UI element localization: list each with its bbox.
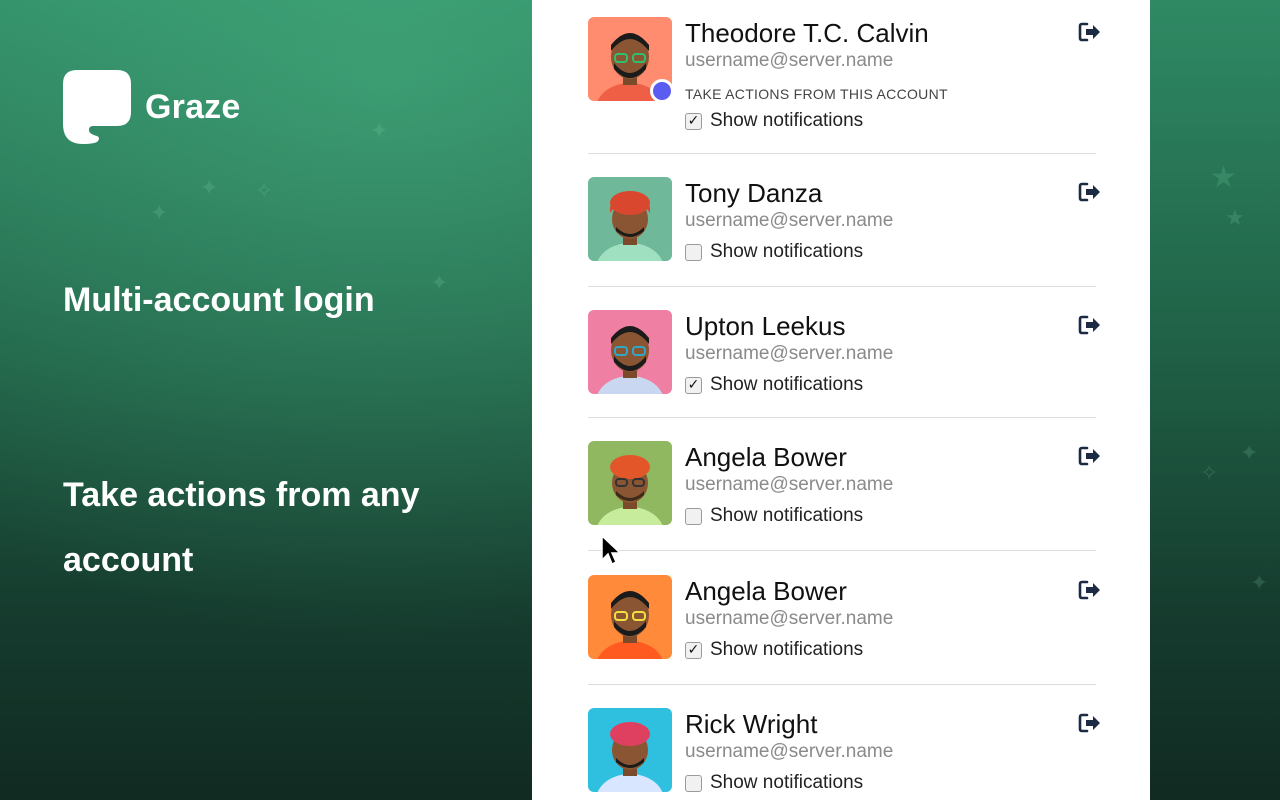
account-list-panel: Theodore T.C. Calvin username@server.nam… (532, 0, 1150, 800)
row-divider (588, 286, 1096, 287)
account-handle: username@server.name (685, 50, 894, 71)
sparkle-icon: ★ (1210, 161, 1237, 194)
account-row: Angela Bower username@server.name Show n… (588, 441, 1100, 551)
account-name: Tony Danza (685, 178, 823, 208)
show-notifications-label: Show notifications (710, 241, 864, 262)
account-handle: username@server.name (685, 343, 894, 364)
account-name: Angela Bower (685, 442, 847, 472)
show-notifications-toggle[interactable]: ✓ Show notifications (685, 639, 863, 661)
show-notifications-toggle[interactable]: Show notifications (685, 505, 863, 527)
row-divider (588, 417, 1096, 418)
notifications-checkbox[interactable]: ✓ (685, 641, 702, 659)
promo-headline: Multi-account login (63, 281, 375, 319)
sparkle-icon: ✧ (1200, 460, 1219, 485)
logout-icon[interactable] (1078, 712, 1102, 734)
promo-subheadline: Take actions from any account (63, 476, 420, 579)
notifications-checkbox[interactable]: ✓ (685, 112, 702, 130)
logout-icon[interactable] (1078, 314, 1102, 336)
active-account-label: TAKE ACTIONS FROM THIS ACCOUNT (685, 86, 948, 102)
show-notifications-label: Show notifications (710, 110, 864, 131)
sparkle-icon: ✦ (150, 200, 169, 225)
notifications-checkbox[interactable] (685, 243, 702, 261)
checkmark-icon: ✓ (687, 377, 700, 393)
account-handle: username@server.name (685, 210, 894, 231)
mouse-cursor-icon (601, 534, 622, 566)
show-notifications-label: Show notifications (710, 374, 864, 395)
sparkle-icon: ✦ (370, 118, 389, 143)
logout-icon[interactable] (1078, 21, 1102, 43)
sparkle-icon: ✦ (200, 175, 219, 200)
speech-bubble-icon (63, 70, 131, 144)
sparkle-icon: ★ (1225, 205, 1245, 230)
checkmark-icon: ✓ (687, 113, 700, 129)
show-notifications-toggle[interactable]: Show notifications (685, 241, 863, 263)
avatar[interactable] (588, 177, 672, 261)
show-notifications-toggle[interactable]: ✓ Show notifications (685, 110, 863, 132)
avatar[interactable] (588, 441, 672, 525)
account-name: Angela Bower (685, 576, 847, 606)
brand-name: Graze (145, 87, 241, 126)
active-account-indicator (650, 79, 674, 103)
show-notifications-toggle[interactable]: ✓ Show notifications (685, 374, 863, 396)
notifications-checkbox[interactable] (685, 507, 702, 525)
notifications-checkbox[interactable]: ✓ (685, 376, 702, 394)
show-notifications-label: Show notifications (710, 772, 864, 793)
show-notifications-label: Show notifications (710, 639, 864, 660)
show-notifications-toggle[interactable]: Show notifications (685, 772, 863, 794)
account-name: Rick Wright (685, 709, 818, 739)
account-row: Rick Wright username@server.name Show no… (588, 708, 1100, 800)
account-row: Theodore T.C. Calvin username@server.nam… (588, 17, 1100, 154)
account-name: Upton Leekus (685, 311, 846, 341)
sparkle-icon: ✧ (255, 178, 274, 203)
avatar[interactable] (588, 310, 672, 394)
avatar[interactable] (588, 575, 672, 659)
account-handle: username@server.name (685, 474, 894, 495)
account-row: Tony Danza username@server.name Show not… (588, 177, 1100, 287)
account-name: Theodore T.C. Calvin (685, 18, 929, 48)
account-row: Angela Bower username@server.name ✓ Show… (588, 575, 1100, 685)
sparkle-icon: ✦ (1250, 570, 1269, 595)
row-divider (588, 550, 1096, 551)
brand: Graze (63, 70, 241, 144)
logout-icon[interactable] (1078, 181, 1102, 203)
logout-icon[interactable] (1078, 445, 1102, 467)
logout-icon[interactable] (1078, 579, 1102, 601)
account-row: Upton Leekus username@server.name ✓ Show… (588, 310, 1100, 418)
row-divider (588, 153, 1096, 154)
account-handle: username@server.name (685, 741, 894, 762)
account-handle: username@server.name (685, 608, 894, 629)
notifications-checkbox[interactable] (685, 774, 702, 792)
show-notifications-label: Show notifications (710, 505, 864, 526)
avatar[interactable] (588, 708, 672, 792)
sparkle-icon: ✦ (1240, 440, 1259, 465)
row-divider (588, 684, 1096, 685)
checkmark-icon: ✓ (687, 642, 700, 658)
